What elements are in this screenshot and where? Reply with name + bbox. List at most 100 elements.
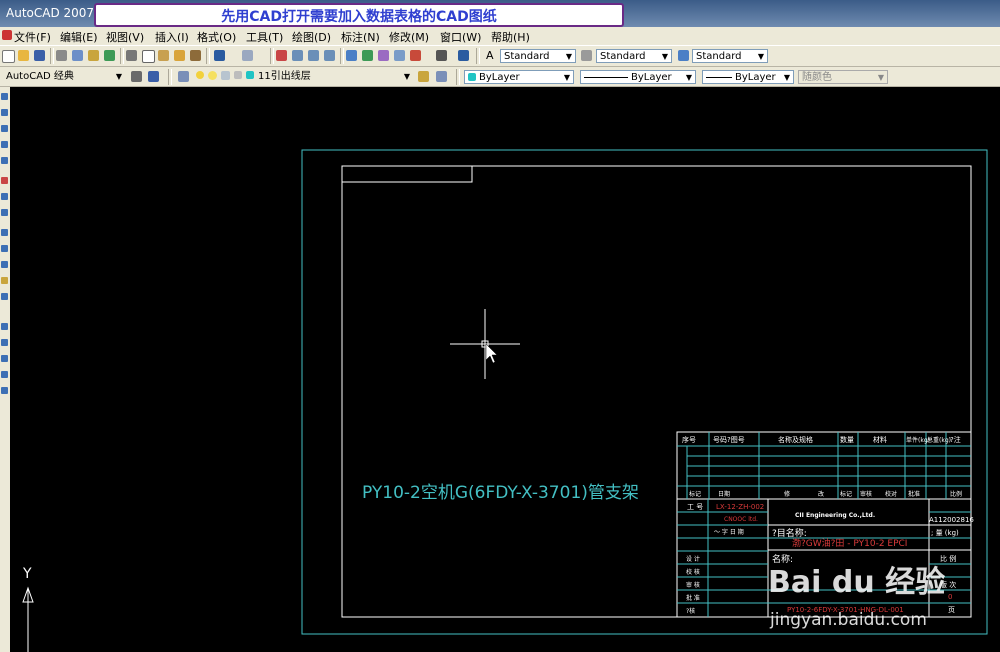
layer-select[interactable]: 11引出线层 ▼: [254, 69, 414, 83]
undo-icon[interactable]: [214, 50, 225, 61]
print-icon[interactable]: [56, 50, 67, 61]
tb-company: CNOOC ltd.: [724, 516, 758, 523]
polygon-icon[interactable]: [1, 141, 8, 148]
rectangle-icon[interactable]: [1, 157, 8, 164]
text-style-icon: A: [486, 49, 494, 62]
revision-cloud-icon[interactable]: [1, 209, 8, 216]
workspace-save-icon[interactable]: [148, 71, 159, 82]
table-icon[interactable]: [1, 387, 8, 394]
copy-icon[interactable]: [142, 50, 155, 63]
3d-dwf-icon[interactable]: [104, 50, 115, 61]
open-icon[interactable]: [18, 50, 29, 61]
menu-file[interactable]: 文件(F): [14, 29, 51, 45]
toolbar-separator: [206, 48, 210, 64]
baidu-watermark: Bai du 经验 jingyan.baidu.com: [768, 565, 945, 630]
layer-previous-icon[interactable]: [436, 71, 447, 82]
cut-icon[interactable]: [126, 50, 137, 61]
new-icon[interactable]: [2, 50, 15, 63]
lineweight-select[interactable]: ByLayer ▼: [702, 70, 794, 84]
corner-tag-box: [341, 165, 473, 183]
polyline-icon[interactable]: [1, 125, 8, 132]
tb-footer-9: 比例: [950, 490, 962, 498]
ellipse-icon[interactable]: [1, 245, 8, 252]
dim-style-select[interactable]: Standard ▼: [596, 49, 672, 63]
tool-palettes-icon[interactable]: [378, 50, 389, 61]
properties-icon[interactable]: [346, 50, 357, 61]
zoom-window-icon[interactable]: [308, 50, 319, 61]
text-style-select[interactable]: Standard ▼: [500, 49, 576, 63]
make-block-icon[interactable]: [1, 293, 8, 300]
publish-icon[interactable]: [88, 50, 99, 61]
outer-frame: [301, 149, 988, 635]
toolbar-separator: [120, 48, 124, 64]
menu-draw[interactable]: 绘图(D): [292, 29, 331, 45]
workspace-select[interactable]: AutoCAD 经典 ▼: [2, 69, 126, 83]
tb-footer-4: 改: [818, 490, 824, 498]
plot-preview-icon[interactable]: [72, 50, 83, 61]
zoom-previous-icon[interactable]: [324, 50, 335, 61]
sheet-set-icon[interactable]: [394, 50, 405, 61]
menu-edit[interactable]: 编辑(E): [60, 29, 98, 45]
app-menu-icon[interactable]: [2, 30, 12, 40]
tb-header-col-3: 数量: [840, 435, 854, 444]
spline-icon[interactable]: [1, 229, 8, 236]
gradient-icon[interactable]: [1, 355, 8, 362]
make-current-layer-icon[interactable]: [418, 71, 429, 82]
point-icon[interactable]: [1, 323, 8, 330]
layer-manager-icon[interactable]: [178, 71, 189, 82]
region-icon[interactable]: [1, 371, 8, 378]
menu-insert[interactable]: 插入(I): [155, 29, 189, 45]
menu-tools[interactable]: 工具(T): [246, 29, 283, 45]
tb-side-row-0: 设 计: [686, 555, 700, 563]
arc-icon[interactable]: [1, 177, 8, 184]
menu-help[interactable]: 帮助(H): [491, 29, 530, 45]
construction-line-icon[interactable]: [1, 109, 8, 116]
zoom-realtime-icon[interactable]: [292, 50, 303, 61]
tb-side-row-4: ?核: [686, 607, 695, 615]
color-select[interactable]: ByLayer ▼: [464, 70, 574, 84]
tb-header-col-7: ?注: [950, 435, 961, 444]
ellipse-arc-icon[interactable]: [1, 261, 8, 268]
tb-code: A112002816: [929, 516, 974, 524]
table-style-icon: [678, 50, 689, 61]
tb-company-en: CII Engineering Co.,Ltd.: [795, 512, 875, 519]
menu-modify[interactable]: 修改(M): [389, 29, 429, 45]
pan-icon[interactable]: [276, 50, 287, 61]
chevron-down-icon: ▼: [661, 52, 669, 61]
menu-dimension[interactable]: 标注(N): [341, 29, 380, 45]
block-editor-icon[interactable]: [190, 50, 201, 61]
toolbar-separator: [50, 48, 54, 64]
drawing-canvas[interactable]: PY10-2空机G(6FDY-X-3701)管支架 序号 号码?图号 名称及规格…: [10, 87, 1000, 652]
menu-view[interactable]: 视图(V): [106, 29, 144, 45]
calculator-icon[interactable]: [436, 50, 447, 61]
chevron-down-icon: ▼: [115, 72, 123, 81]
menu-format[interactable]: 格式(O): [197, 29, 236, 45]
design-center-icon[interactable]: [362, 50, 373, 61]
mouse-pointer-icon: [485, 343, 498, 364]
plotstyle-value: 随颜色: [802, 72, 832, 83]
instruction-banner: 先用CAD打开需要加入数据表格的CAD图纸: [94, 3, 624, 27]
table-style-select[interactable]: Standard ▼: [692, 49, 768, 63]
dim-style-value: Standard: [600, 51, 646, 62]
paste-icon[interactable]: [158, 50, 169, 61]
match-properties-icon[interactable]: [174, 50, 185, 61]
chevron-down-icon: ▼: [403, 72, 411, 81]
hatch-icon[interactable]: [1, 339, 8, 346]
circle-icon[interactable]: [1, 193, 8, 200]
toolbar-separator: [168, 69, 172, 85]
chevron-down-icon: ▼: [565, 52, 573, 61]
layer-value: 11引出线层: [258, 71, 311, 82]
menu-window[interactable]: 窗口(W): [440, 29, 481, 45]
linetype-select[interactable]: ByLayer ▼: [580, 70, 696, 84]
tb-name-label: 名称:: [772, 553, 793, 565]
insert-block-icon[interactable]: [1, 277, 8, 284]
text-style-value: Standard: [504, 51, 550, 62]
save-icon[interactable]: [34, 50, 45, 61]
menubar: 文件(F) 编辑(E) 视图(V) 插入(I) 格式(O) 工具(T) 绘图(D…: [0, 27, 1000, 45]
workspace-settings-icon[interactable]: [131, 71, 142, 82]
line-tool-icon[interactable]: [1, 93, 8, 100]
redo-icon[interactable]: [242, 50, 253, 61]
help-icon[interactable]: [458, 50, 469, 61]
tb-header-col-4: 材料: [873, 435, 887, 444]
markup-icon[interactable]: [410, 50, 421, 61]
